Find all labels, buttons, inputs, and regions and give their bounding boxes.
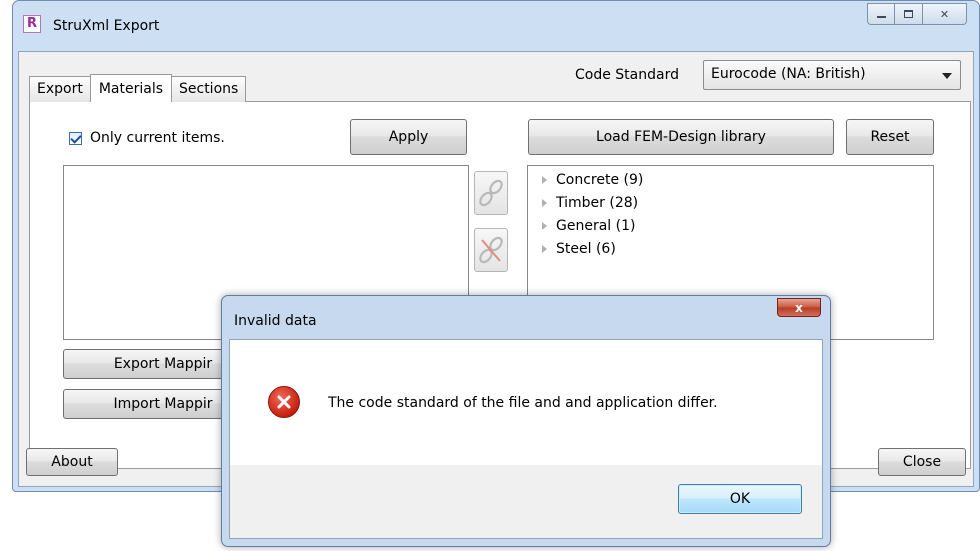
dialog-message-area: The code standard of the file and and ap…	[230, 340, 822, 465]
tree-item-count: (1)	[615, 218, 636, 234]
minimize-button[interactable]	[867, 3, 895, 25]
only-current-checkbox[interactable]	[69, 131, 82, 145]
unlink-button[interactable]	[474, 228, 508, 272]
tree-item-steel[interactable]: Steel (6)	[542, 241, 616, 257]
tree-item-label: Concrete	[556, 172, 620, 188]
title-bar[interactable]: R StruXml Export ✕	[13, 1, 979, 51]
code-standard-label: Code Standard	[575, 67, 679, 83]
tab-sections[interactable]: Sections	[171, 76, 247, 102]
tab-export[interactable]: Export	[29, 76, 91, 102]
tree-item-label: Timber	[556, 195, 605, 211]
maximize-button[interactable]	[895, 3, 923, 25]
close-button[interactable]: Close	[878, 448, 966, 476]
expand-arrow-icon	[542, 199, 547, 207]
window-controls: ✕	[867, 3, 967, 25]
tree-item-label: Steel	[556, 241, 592, 257]
code-standard-select[interactable]: Eurocode (NA: British)	[703, 60, 961, 90]
app-icon: R	[23, 15, 41, 33]
close-icon: ✕	[939, 7, 950, 21]
about-button[interactable]: About	[26, 448, 118, 476]
tree-item-count: (6)	[595, 241, 616, 257]
maximize-icon	[904, 10, 913, 18]
link-button[interactable]	[474, 171, 508, 215]
apply-button[interactable]: Apply	[350, 119, 467, 155]
tree-item-count: (9)	[623, 172, 644, 188]
tree-item-timber[interactable]: Timber (28)	[542, 195, 638, 211]
link-icon	[479, 179, 503, 207]
close-icon: x	[795, 300, 803, 315]
error-icon	[268, 386, 300, 418]
expand-arrow-icon	[542, 176, 547, 184]
tab-strip: Export Materials Sections	[29, 74, 247, 102]
code-standard-value: Eurocode (NA: British)	[711, 66, 866, 82]
dialog-message: The code standard of the file and and ap…	[328, 395, 718, 411]
window-title: StruXml Export	[53, 18, 160, 34]
invalid-data-dialog: Invalid data x The code standard of the …	[221, 295, 831, 547]
reset-button[interactable]: Reset	[846, 119, 934, 155]
only-current-label: Only current items.	[90, 130, 225, 146]
error-cross-icon	[277, 395, 291, 409]
tab-materials[interactable]: Materials	[89, 74, 172, 102]
unlink-icon	[479, 236, 503, 264]
tree-item-label: General	[556, 218, 612, 234]
load-fem-library-button[interactable]: Load FEM-Design library	[528, 119, 834, 155]
minimize-icon	[876, 16, 886, 18]
dialog-close-button[interactable]: x	[777, 298, 821, 317]
tree-item-concrete[interactable]: Concrete (9)	[542, 172, 643, 188]
close-window-button[interactable]: ✕	[923, 3, 967, 25]
dialog-body: The code standard of the file and and ap…	[229, 339, 823, 539]
tree-item-count: (28)	[609, 195, 639, 211]
dialog-title: Invalid data	[234, 313, 317, 329]
only-current-row: Only current items.	[69, 130, 225, 146]
expand-arrow-icon	[542, 222, 547, 230]
expand-arrow-icon	[542, 245, 547, 253]
tree-item-general[interactable]: General (1)	[542, 218, 635, 234]
ok-button[interactable]: OK	[678, 484, 802, 514]
chevron-down-icon	[942, 73, 952, 79]
